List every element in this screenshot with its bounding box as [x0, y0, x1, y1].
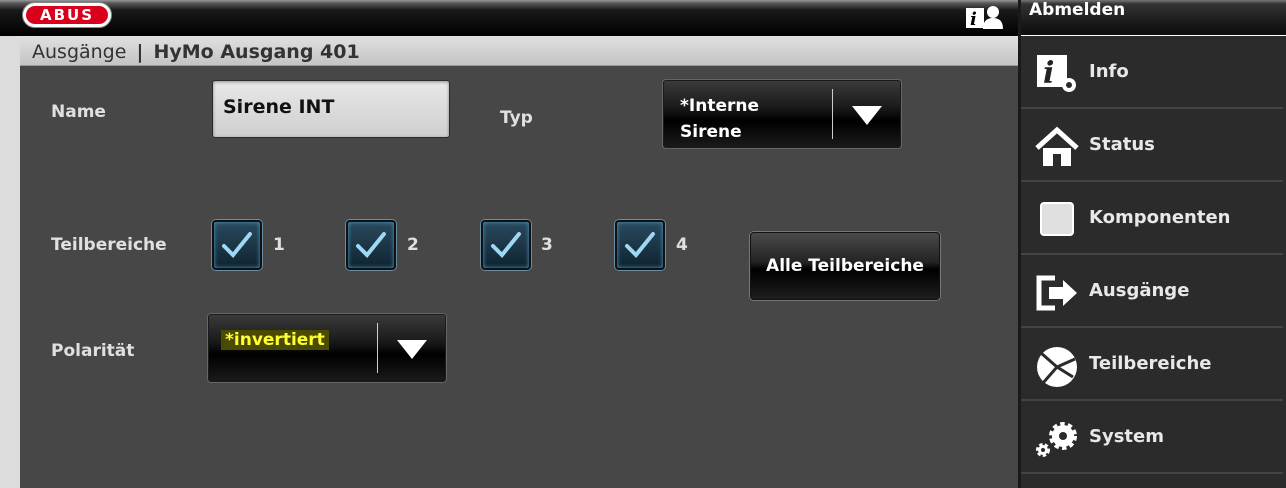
- sidebar-item-ausgaenge[interactable]: Ausgänge: [1021, 256, 1283, 328]
- checkmark-icon: [222, 232, 252, 258]
- sidebar-item-label: Info: [1089, 61, 1129, 82]
- square-icon: [1033, 195, 1081, 243]
- sidebar-item-label: System: [1089, 426, 1164, 447]
- sidebar-item-status[interactable]: Status: [1021, 110, 1283, 182]
- typ-value-line2: Sirene: [680, 122, 742, 142]
- select-divider: [377, 323, 378, 373]
- checkbox-label: 3: [541, 235, 553, 255]
- gears-icon: [1033, 414, 1081, 462]
- name-label: Name: [51, 102, 106, 122]
- svg-text:i: i: [1043, 56, 1054, 91]
- page-title: HyMo Ausgang 401: [153, 41, 360, 63]
- typ-label: Typ: [500, 108, 533, 128]
- polaritaet-select[interactable]: *invertiert: [208, 314, 446, 382]
- sidebar-item-system[interactable]: System: [1021, 402, 1283, 474]
- sidebar-item-label: Ausgänge: [1089, 280, 1190, 301]
- checkbox-label: 2: [407, 235, 419, 255]
- teilbereich-checkbox-3[interactable]: [481, 220, 531, 270]
- teilbereiche-label: Teilbereiche: [51, 235, 167, 255]
- sidebar-item-label: Komponenten: [1089, 207, 1231, 228]
- sidebar-item-label: Status: [1089, 134, 1155, 155]
- breadcrumb-separator: |: [136, 41, 144, 63]
- sidebar-item-komponenten[interactable]: Komponenten: [1021, 183, 1283, 255]
- sidebar: Abmelden i Info Status Komponenten Ausgä…: [1018, 0, 1286, 488]
- typ-value-line1: *Interne: [680, 96, 759, 116]
- all-teilbereiche-button[interactable]: Alle Teilbereiche: [750, 232, 940, 300]
- left-strip: [0, 36, 20, 488]
- info-gear-icon: i: [1033, 49, 1081, 97]
- abus-logo: ABUS: [22, 2, 112, 28]
- logout-button[interactable]: Abmelden: [1021, 0, 1286, 36]
- sidebar-item-info[interactable]: i Info: [1021, 37, 1283, 109]
- teilbereich-checkbox-4[interactable]: [615, 220, 665, 270]
- teilbereich-checkbox-1[interactable]: [212, 220, 262, 270]
- checkbox-label: 4: [676, 235, 688, 255]
- polaritaet-select-value: *invertiert: [221, 327, 329, 353]
- breadcrumb-section[interactable]: Ausgänge: [32, 41, 126, 63]
- pie-sections-icon: [1033, 341, 1081, 389]
- chevron-down-icon: [852, 106, 882, 125]
- typ-select[interactable]: *Interne Sirene: [663, 80, 901, 148]
- polaritaet-label: Polarität: [51, 341, 135, 361]
- home-icon: [1033, 122, 1081, 170]
- checkmark-icon: [356, 232, 386, 258]
- chevron-down-icon: [397, 340, 427, 359]
- checkbox-label: 1: [273, 235, 285, 255]
- svg-text:i: i: [970, 9, 977, 29]
- logo-text: ABUS: [26, 6, 108, 24]
- typ-select-value: *Interne Sirene: [680, 93, 759, 145]
- sidebar-item-label: Teilbereiche: [1089, 353, 1212, 374]
- name-input[interactable]: Sirene INT: [212, 80, 450, 138]
- breadcrumb: Ausgänge | HyMo Ausgang 401: [20, 36, 1018, 66]
- teilbereich-checkbox-2[interactable]: [346, 220, 396, 270]
- user-info-icon[interactable]: i: [964, 3, 1004, 30]
- select-divider: [832, 89, 833, 139]
- main-panel: Name Sirene INT Typ *Interne Sirene Teil…: [20, 66, 1018, 488]
- checkmark-icon: [491, 232, 521, 258]
- checkmark-icon: [625, 232, 655, 258]
- sidebar-item-teilbereiche[interactable]: Teilbereiche: [1021, 329, 1283, 401]
- exit-arrow-icon: [1033, 268, 1081, 316]
- polaritaet-value: *invertiert: [221, 330, 329, 350]
- top-bar: ABUS i: [0, 0, 1018, 36]
